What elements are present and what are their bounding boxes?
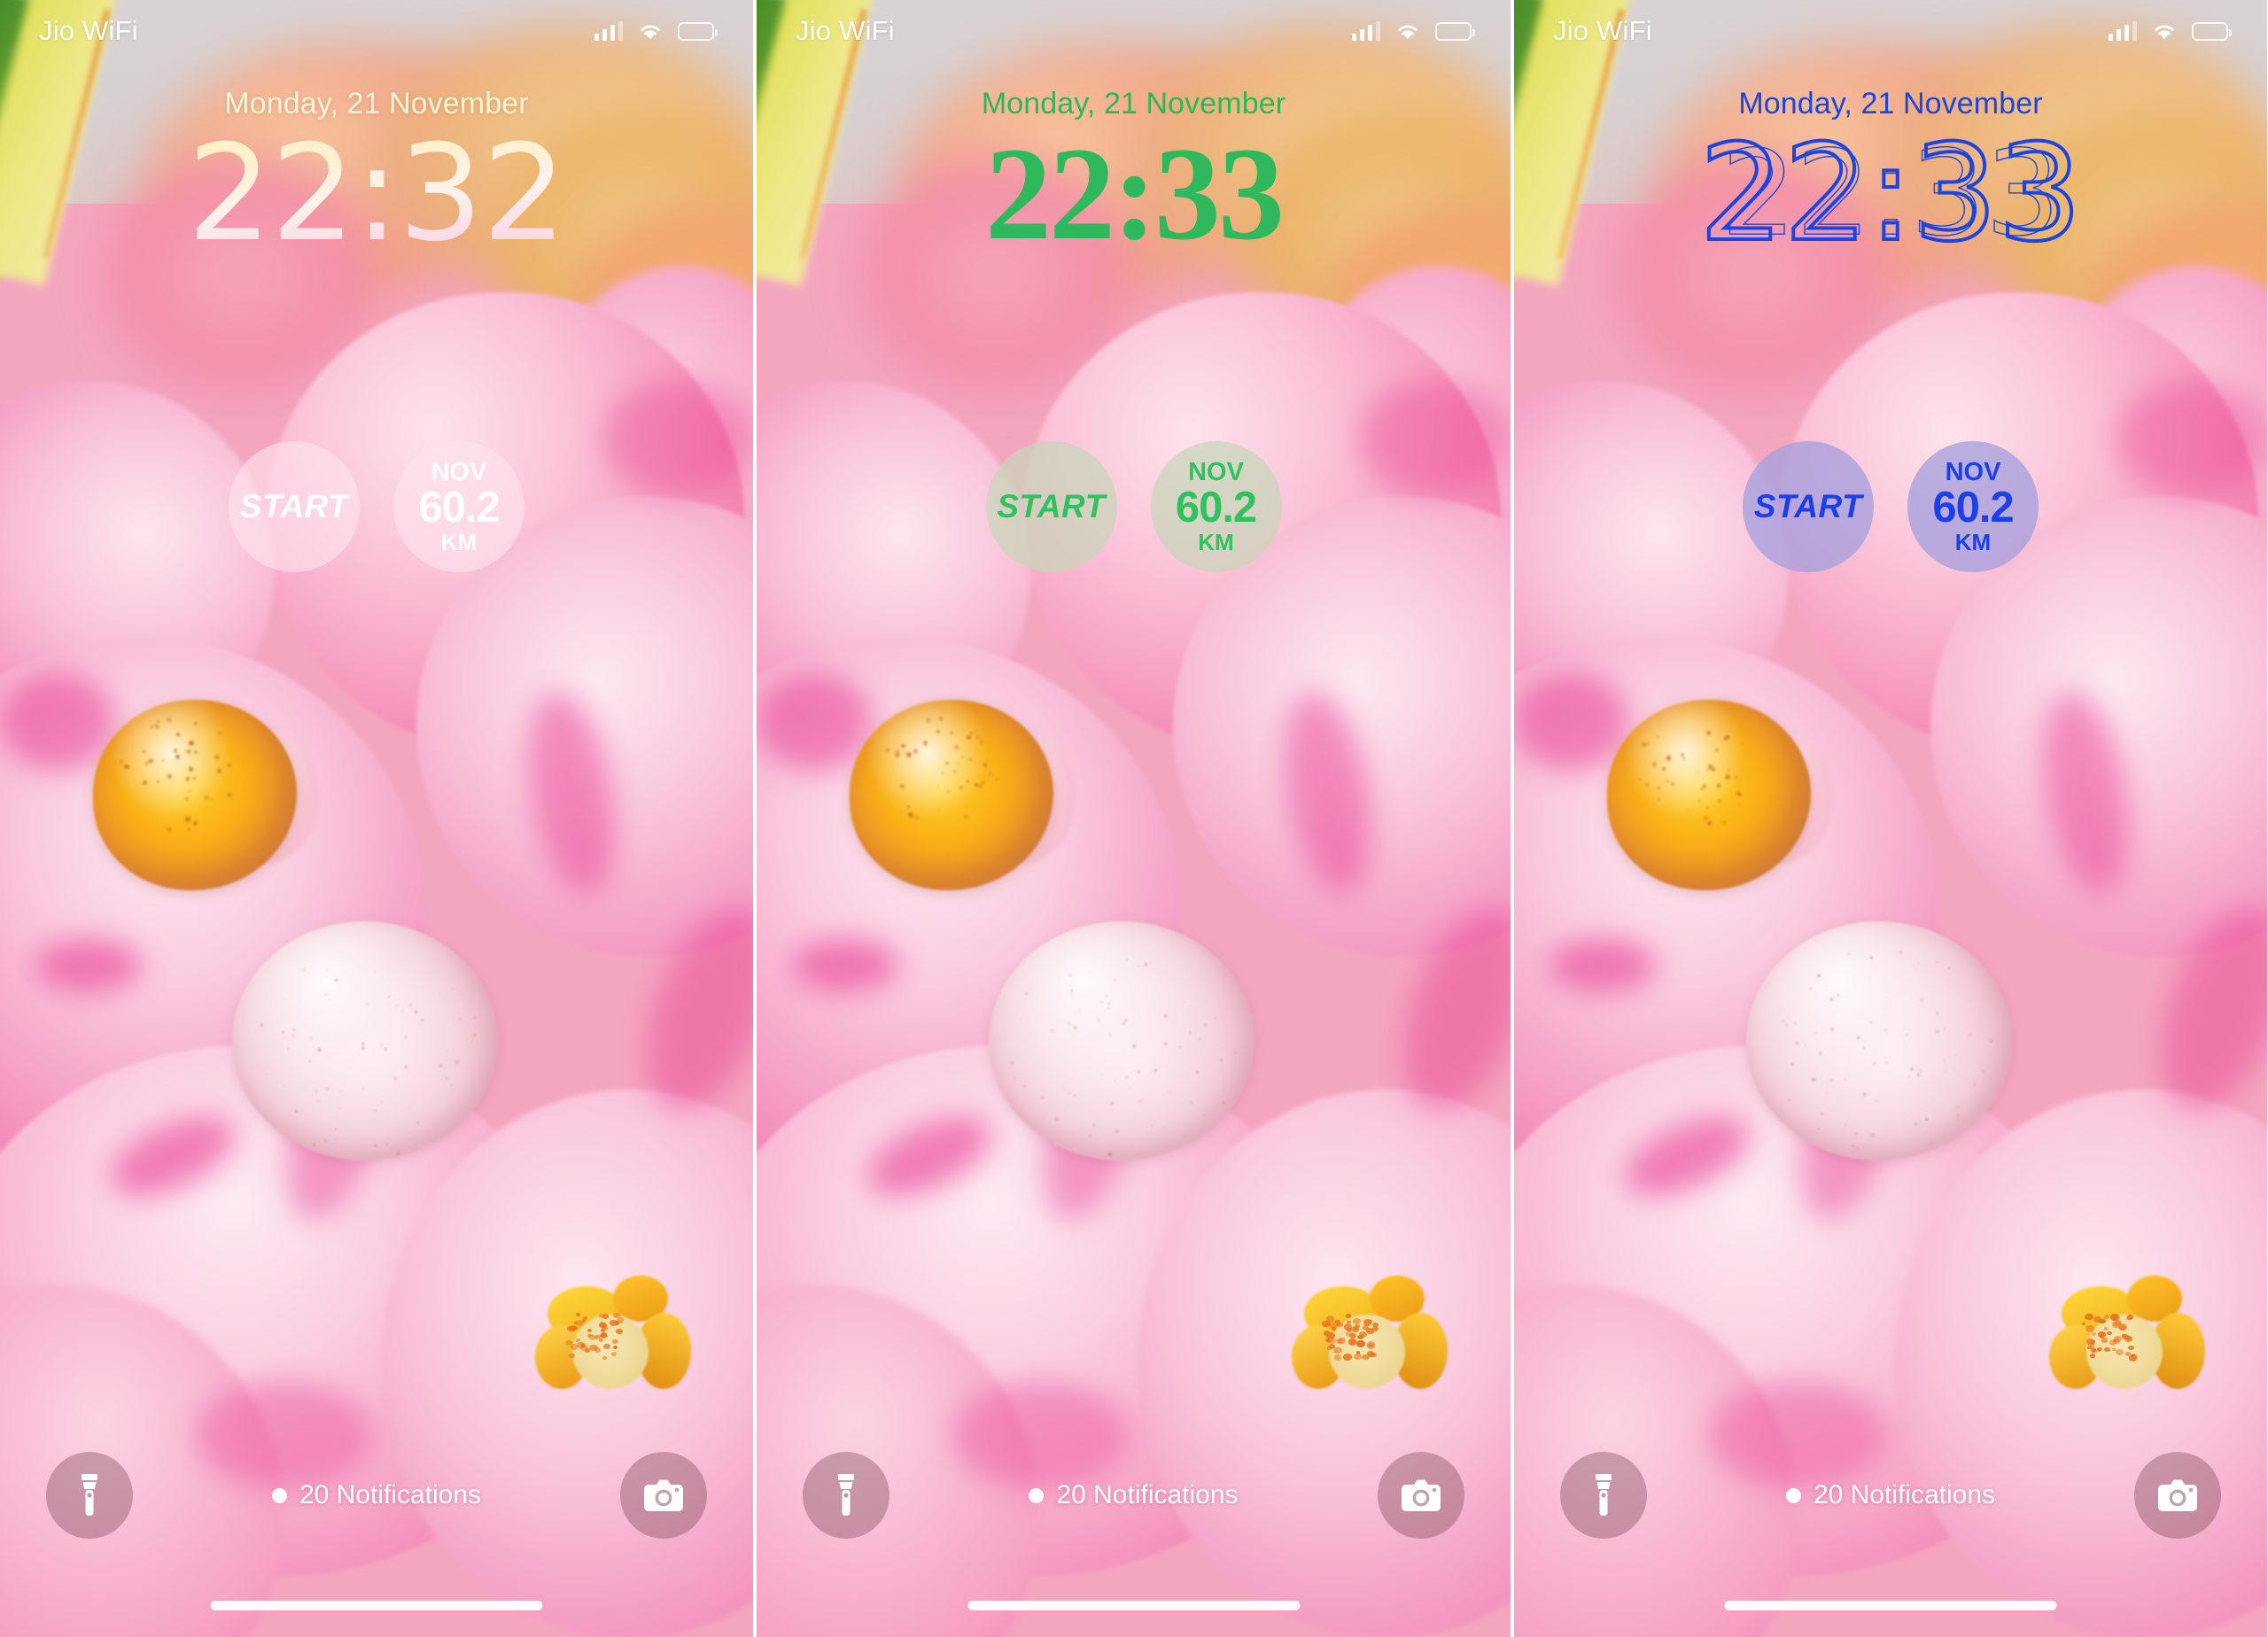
- signal-bars-icon: [594, 21, 624, 41]
- status-icons: [594, 21, 715, 41]
- start-widget-label: START: [997, 488, 1105, 525]
- notifications-label: 20 Notifications: [299, 1480, 481, 1510]
- flashlight-button[interactable]: [1560, 1452, 1647, 1539]
- wifi-icon: [2152, 22, 2177, 41]
- lock-screen-panel-blue: Jio WiFi Monday, 21 November 22:33 22:33 …: [1514, 0, 2267, 1637]
- amber-dew-drop: [1607, 700, 1811, 890]
- notifications-indicator[interactable]: 20 Notifications: [1029, 1480, 1238, 1510]
- lock-screen-panel-cream: Jio WiFi Monday, 21 November 22:32 START…: [0, 0, 753, 1637]
- time-label: 22:32: [187, 127, 565, 262]
- status-bar: Jio WiFi: [757, 0, 1511, 62]
- flower-stamen: [532, 1267, 695, 1400]
- battery-icon: [2192, 22, 2228, 41]
- lock-screen-comparison: Jio WiFi Monday, 21 November 22:32 START…: [0, 0, 2268, 1637]
- signal-bars-icon: [2109, 21, 2138, 41]
- notifications-indicator[interactable]: 20 Notifications: [1786, 1480, 1995, 1510]
- widget-row: START NOV 60.2 KM: [757, 441, 1511, 572]
- clock-widget[interactable]: Monday, 21 November 22:32: [0, 87, 753, 262]
- water-dew-drop: [232, 921, 498, 1160]
- amber-dew-drop: [850, 700, 1053, 890]
- time-label-inline: 22:33: [1721, 135, 2061, 254]
- signal-bars-icon: [1352, 21, 1381, 41]
- carrier-label: Jio WiFi: [39, 15, 138, 47]
- camera-icon: [2157, 1478, 2198, 1512]
- flashlight-icon: [74, 1473, 105, 1517]
- wifi-icon: [638, 22, 663, 41]
- distance-widget[interactable]: NOV 60.2 KM: [393, 441, 524, 572]
- lock-screen-panel-green: Jio WiFi Monday, 21 November 22:33 START…: [757, 0, 1511, 1637]
- status-bar: Jio WiFi: [1514, 0, 2267, 62]
- flower-stamen: [1288, 1267, 1452, 1400]
- start-widget[interactable]: START: [1743, 441, 1874, 572]
- home-indicator[interactable]: [967, 1601, 1300, 1610]
- bottom-bar: 20 Notifications: [757, 1447, 1511, 1543]
- notification-dot-icon: [272, 1488, 287, 1503]
- flashlight-icon: [831, 1473, 861, 1517]
- start-widget[interactable]: START: [229, 441, 360, 572]
- status-icons: [2109, 21, 2229, 41]
- distance-widget[interactable]: NOV 60.2 KM: [1907, 441, 2039, 572]
- distance-widget-month: NOV: [1946, 460, 2001, 485]
- widget-row: START NOV 60.2 KM: [0, 441, 753, 572]
- status-bar: Jio WiFi: [0, 0, 753, 62]
- battery-icon: [678, 22, 714, 41]
- amber-dew-drop: [93, 700, 297, 890]
- start-widget[interactable]: START: [986, 441, 1117, 572]
- flashlight-button[interactable]: [46, 1452, 133, 1539]
- flower-stamen: [2046, 1267, 2210, 1400]
- bottom-bar: 20 Notifications: [0, 1447, 753, 1543]
- home-indicator[interactable]: [1725, 1601, 2057, 1610]
- time-label: 22:33 22:33: [1699, 127, 2082, 262]
- flashlight-button[interactable]: [803, 1452, 889, 1539]
- battery-icon: [1435, 22, 1472, 41]
- clock-widget[interactable]: Monday, 21 November 22:33: [757, 87, 1511, 262]
- status-icons: [1352, 21, 1472, 41]
- distance-widget-unit: KM: [441, 531, 477, 554]
- distance-widget-month: NOV: [1188, 460, 1244, 485]
- clock-widget[interactable]: Monday, 21 November 22:33 22:33: [1514, 87, 2267, 262]
- flashlight-icon: [1588, 1473, 1619, 1517]
- distance-widget[interactable]: NOV 60.2 KM: [1151, 441, 1282, 572]
- water-dew-drop: [989, 921, 1254, 1160]
- camera-button[interactable]: [2134, 1452, 2221, 1539]
- notifications-indicator[interactable]: 20 Notifications: [272, 1480, 481, 1510]
- time-label: 22:33: [985, 127, 1282, 262]
- start-widget-label: START: [1754, 488, 1862, 525]
- camera-icon: [643, 1478, 684, 1512]
- distance-widget-unit: KM: [1955, 531, 1991, 554]
- notification-dot-icon: [1786, 1488, 1801, 1503]
- distance-widget-value: 60.2: [1176, 485, 1256, 531]
- distance-widget-month: NOV: [431, 460, 487, 485]
- distance-widget-unit: KM: [1198, 531, 1233, 554]
- camera-button[interactable]: [1378, 1452, 1464, 1539]
- notification-dot-icon: [1029, 1488, 1044, 1503]
- notifications-label: 20 Notifications: [1814, 1480, 1995, 1510]
- camera-button[interactable]: [620, 1452, 707, 1539]
- start-widget-label: START: [240, 488, 348, 525]
- date-label: Monday, 21 November: [982, 87, 1285, 121]
- carrier-label: Jio WiFi: [796, 15, 895, 47]
- water-dew-drop: [1746, 921, 2012, 1160]
- carrier-label: Jio WiFi: [1553, 15, 1652, 47]
- bottom-bar: 20 Notifications: [1514, 1447, 2267, 1543]
- camera-icon: [1401, 1478, 1441, 1512]
- distance-widget-value: 60.2: [418, 485, 499, 531]
- notifications-label: 20 Notifications: [1056, 1480, 1238, 1510]
- widget-row: START NOV 60.2 KM: [1514, 441, 2267, 572]
- wifi-icon: [1395, 22, 1420, 41]
- distance-widget-value: 60.2: [1932, 485, 2013, 531]
- home-indicator[interactable]: [211, 1601, 543, 1610]
